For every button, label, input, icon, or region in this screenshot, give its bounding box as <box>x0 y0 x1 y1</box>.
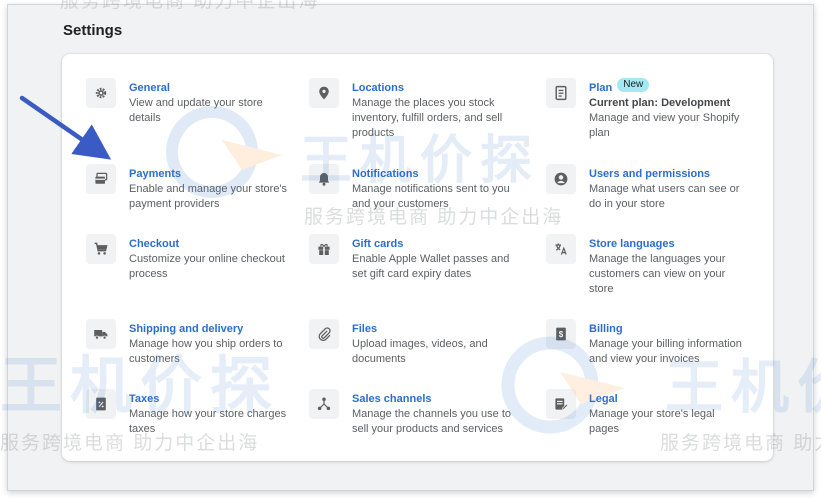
setting-title: Shipping and delivery <box>129 323 244 335</box>
setting-description: Manage the places you stock inventory, f… <box>352 97 503 139</box>
location-pin-icon <box>309 78 339 108</box>
payment-card-icon <box>86 164 116 194</box>
setting-title: Gift cards <box>352 238 404 250</box>
setting-description: Manage your store's legal pages <box>589 408 715 435</box>
setting-description: Manage the languages your customers can … <box>589 253 726 295</box>
gear-icon <box>86 78 116 108</box>
channels-icon <box>309 389 339 419</box>
setting-description: Manage the channels you use to sell your… <box>352 408 512 435</box>
setting-description: Customize your online checkout process <box>129 253 285 280</box>
tax-icon <box>86 389 116 419</box>
billing-icon: $ <box>546 319 576 349</box>
truck-icon <box>86 319 116 349</box>
bell-icon <box>309 164 339 194</box>
legal-icon <box>546 389 576 419</box>
setting-title: Payments <box>129 168 181 180</box>
page-title: Settings <box>63 22 123 39</box>
setting-description: Manage how you ship orders to customers <box>129 338 283 365</box>
setting-description: Upload images, videos, and documents <box>352 338 488 365</box>
app-frame: Settings General View and update your st… <box>7 4 814 491</box>
setting-title: Files <box>352 323 378 335</box>
paperclip-icon <box>309 319 339 349</box>
cart-icon <box>86 234 116 264</box>
setting-description: Manage your billing information and view… <box>589 338 742 365</box>
document-icon <box>546 78 576 108</box>
setting-title: Notifications <box>352 168 419 180</box>
translate-icon <box>546 234 576 264</box>
setting-description: Enable Apple Wallet passes and set gift … <box>352 253 510 280</box>
setting-title: Checkout <box>129 238 180 250</box>
settings-card: General View and update your store detai… <box>62 54 773 461</box>
setting-title: Legal <box>589 393 618 405</box>
setting-description: Manage how your store charges taxes <box>129 408 287 435</box>
new-badge: New <box>617 78 650 92</box>
setting-title: General <box>129 82 170 94</box>
svg-text:$: $ <box>559 330 564 339</box>
setting-title: Users and permissions <box>589 168 711 180</box>
setting-description: Enable and manage your store's payment p… <box>129 183 288 210</box>
setting-title: Store languages <box>589 238 675 250</box>
setting-title: Billing <box>589 323 623 335</box>
user-icon <box>546 164 576 194</box>
setting-title: Sales channels <box>352 393 432 405</box>
setting-title: Taxes <box>129 393 160 405</box>
gift-icon <box>309 234 339 264</box>
current-plan-label: Current plan: Development <box>589 97 731 109</box>
setting-description: Manage notifications sent to you and you… <box>352 183 510 210</box>
setting-title: Locations <box>352 82 404 94</box>
setting-title: Plan <box>589 82 613 94</box>
setting-description: Manage and view your Shopify plan <box>589 112 740 139</box>
setting-description: Manage what users can see or do in your … <box>589 183 740 210</box>
setting-description: View and update your store details <box>129 97 263 124</box>
